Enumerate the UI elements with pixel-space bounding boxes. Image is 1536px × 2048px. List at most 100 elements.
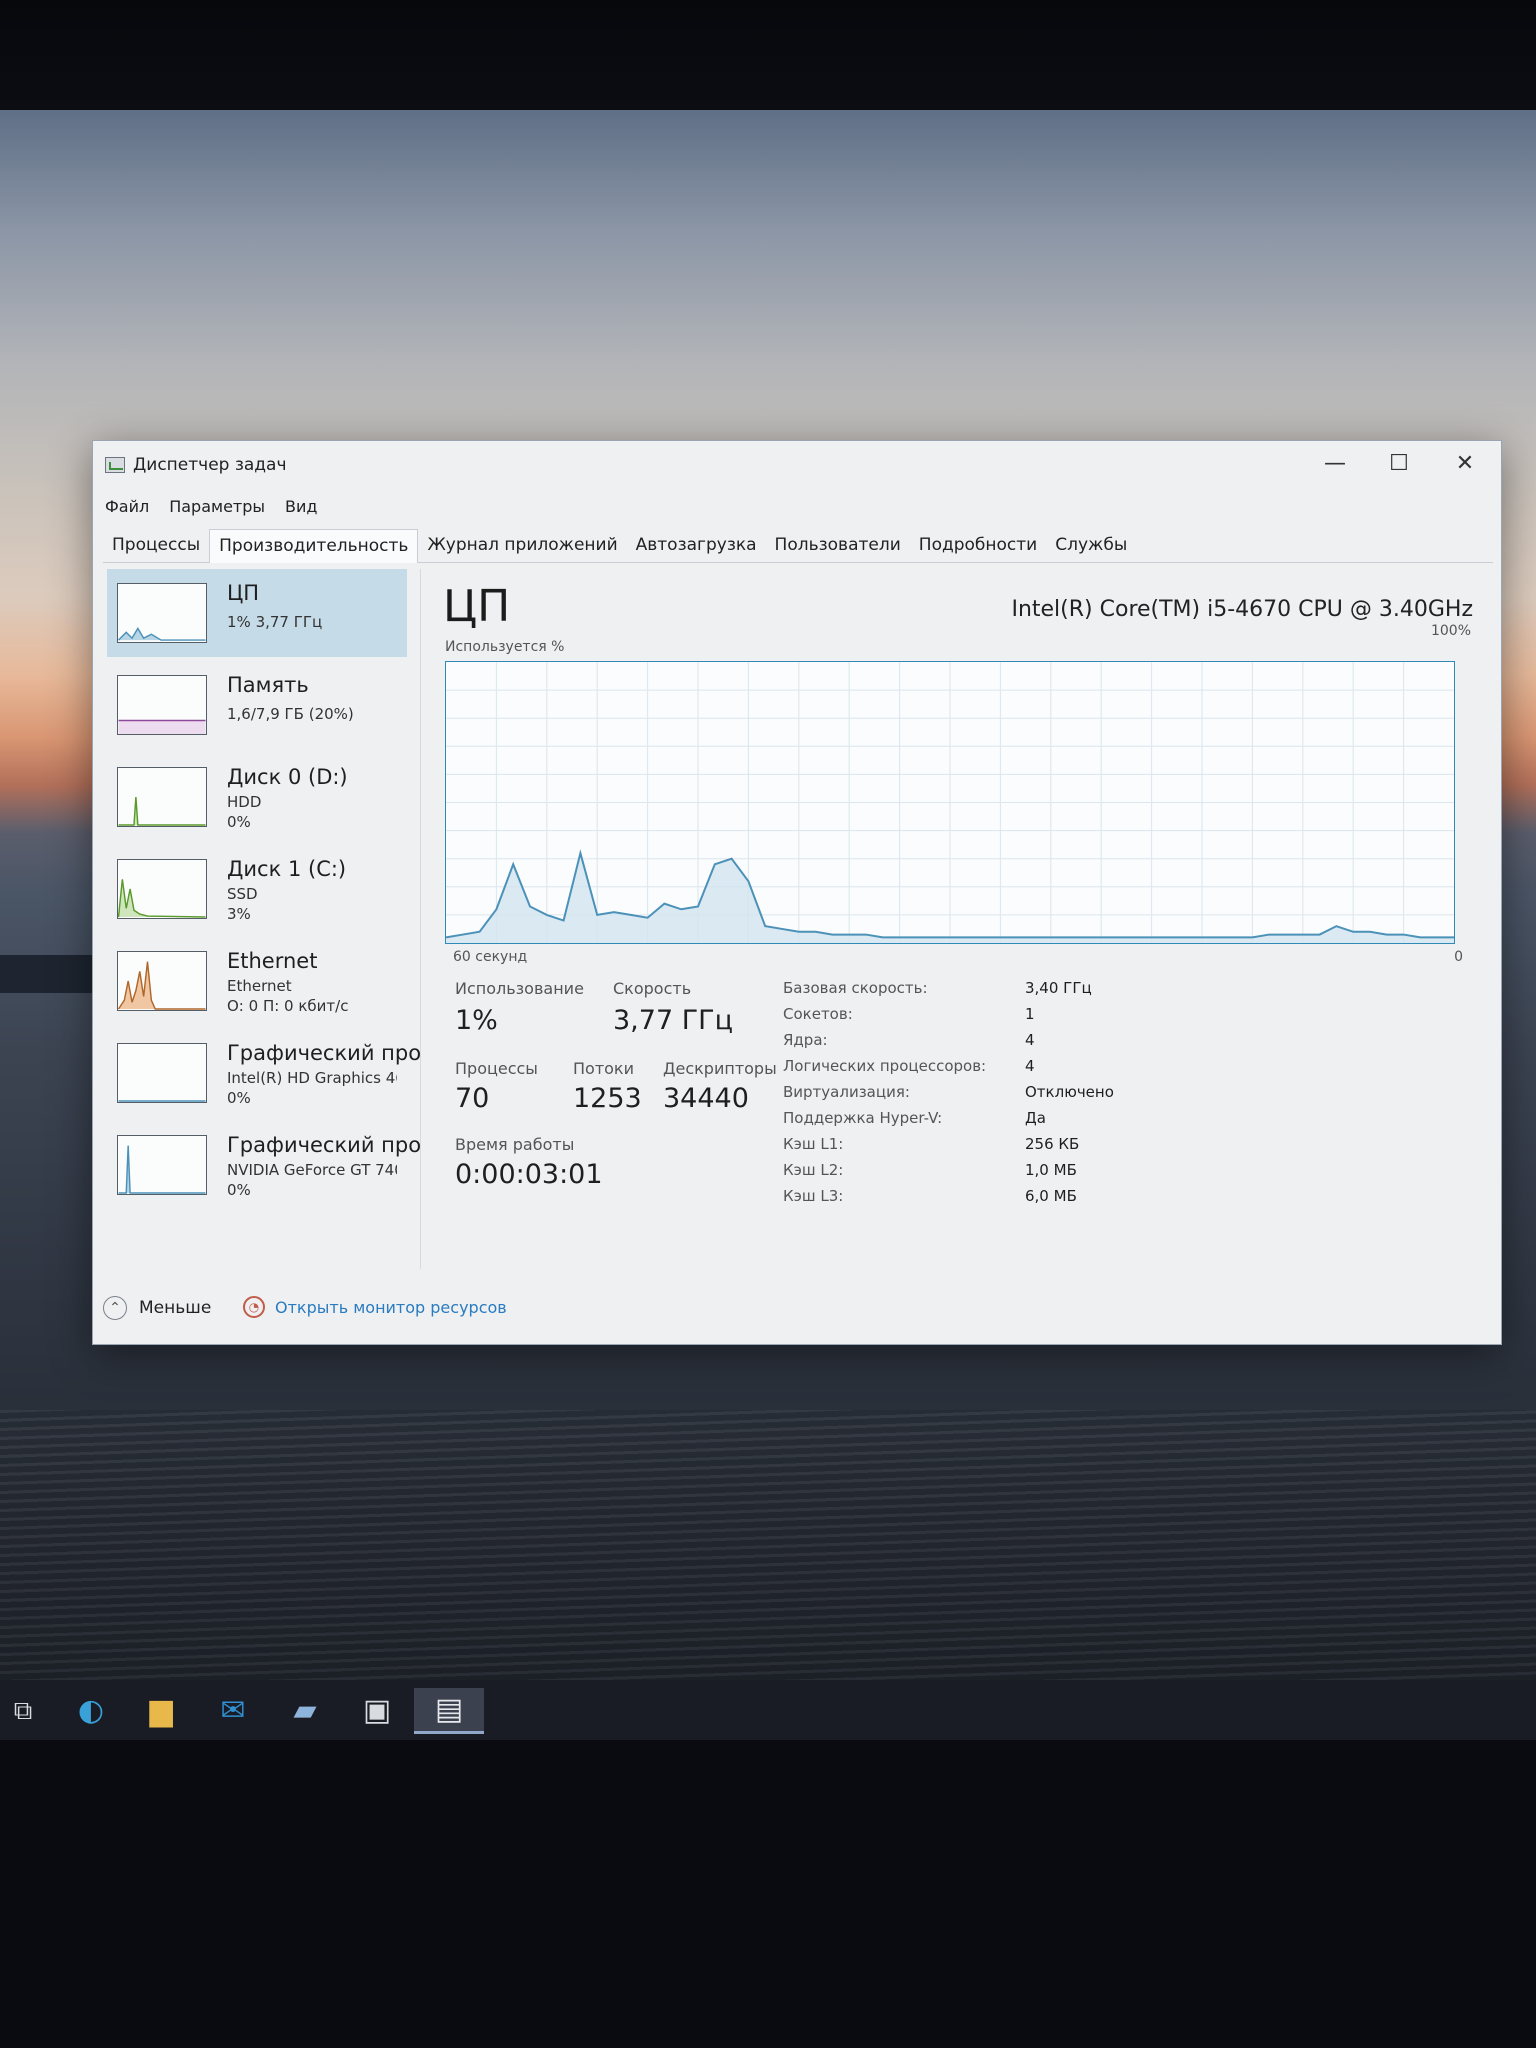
- spec-value-cores: 4: [1025, 1031, 1035, 1049]
- resource-model: Intel(R) HD Graphics 460: [227, 1069, 397, 1087]
- usage-value: 1%: [455, 1005, 498, 1036]
- page-title: ЦП: [443, 581, 511, 632]
- menu-bar: Файл Параметры Вид: [105, 497, 317, 521]
- resource-usage: 3%: [227, 905, 251, 923]
- spec-value-l3-cache: 6,0 МБ: [1025, 1187, 1077, 1205]
- gpu0-thumbnail-graph: [117, 1043, 207, 1103]
- uptime-value: 0:00:03:01: [455, 1159, 603, 1190]
- cpu-thumbnail-graph: [117, 583, 207, 643]
- resource-item-gpu1[interactable]: Графический про NVIDIA GeForce GT 740 0%: [107, 1121, 421, 1209]
- spec-value-hyperv: Да: [1025, 1109, 1046, 1127]
- cpu-usage-graph: [445, 661, 1455, 944]
- graph-y-label: Используется %: [445, 639, 565, 655]
- resource-detail: 1% 3,77 ГГц: [227, 613, 323, 631]
- minimize-button[interactable]: —: [1303, 441, 1367, 485]
- menu-options[interactable]: Параметры: [169, 497, 265, 521]
- uptime-label: Время работы: [455, 1135, 575, 1154]
- disk1-thumbnail-graph: [117, 859, 207, 919]
- store-icon[interactable]: ▣: [354, 1688, 400, 1734]
- resource-usage: 0%: [227, 1181, 251, 1199]
- resource-item-disk0[interactable]: Диск 0 (D:) HDD 0%: [107, 753, 407, 841]
- window-footer: ⌃ Меньше ◔ Открыть монитор ресурсов: [103, 1294, 703, 1324]
- spec-value-virtualization: Отключено: [1025, 1083, 1114, 1101]
- ethernet-thumbnail-graph: [117, 951, 207, 1011]
- window-title: Диспетчер задач: [133, 455, 287, 475]
- spec-label-l2-cache: Кэш L2:: [783, 1161, 844, 1179]
- spec-label-hyperv: Поддержка Hyper-V:: [783, 1109, 943, 1127]
- task-manager-app-icon: [105, 457, 125, 473]
- title-bar[interactable]: Диспетчер задач — ☐ ✕: [93, 441, 1501, 485]
- task-view-icon[interactable]: ⧉: [0, 1688, 46, 1734]
- resource-item-memory[interactable]: Память 1,6/7,9 ГБ (20%): [107, 661, 407, 749]
- resource-usage: 0%: [227, 813, 251, 831]
- resource-model: NVIDIA GeForce GT 740: [227, 1161, 397, 1179]
- menu-view[interactable]: Вид: [285, 497, 317, 521]
- close-button[interactable]: ✕: [1433, 441, 1497, 485]
- spec-label-logical-processors: Логических процессоров:: [783, 1057, 987, 1075]
- resource-item-disk1[interactable]: Диск 1 (C:) SSD 3%: [107, 845, 407, 933]
- graph-min-label: 0: [1454, 949, 1463, 965]
- file-explorer-icon[interactable]: ▆: [138, 1688, 184, 1734]
- tab-processes[interactable]: Процессы: [103, 529, 209, 563]
- usage-label: Использование: [455, 979, 584, 998]
- spec-label-l3-cache: Кэш L3:: [783, 1187, 844, 1205]
- graph-max-label: 100%: [1430, 623, 1471, 639]
- tab-bar: Процессы Производительность Журнал прило…: [103, 529, 1493, 563]
- memory-thumbnail-graph: [117, 675, 207, 735]
- gpu1-thumbnail-graph: [117, 1135, 207, 1195]
- tab-users[interactable]: Пользователи: [766, 529, 910, 563]
- resource-name: Память: [227, 673, 309, 697]
- disk0-thumbnail-graph: [117, 767, 207, 827]
- spec-label-base-speed: Базовая скорость:: [783, 979, 928, 997]
- resource-type: SSD: [227, 885, 258, 903]
- tab-startup[interactable]: Автозагрузка: [627, 529, 766, 563]
- fewer-details-button[interactable]: Меньше: [139, 1298, 211, 1318]
- network-icon[interactable]: ▰: [282, 1688, 328, 1734]
- spec-value-base-speed: 3,40 ГГц: [1025, 979, 1092, 997]
- taskbar: ⧉ ◐ ▆ ✉ ▰ ▣ ▤: [0, 1680, 1536, 1742]
- menu-file[interactable]: Файл: [105, 497, 149, 521]
- spec-value-l1-cache: 256 КБ: [1025, 1135, 1080, 1153]
- spec-value-l2-cache: 1,0 МБ: [1025, 1161, 1077, 1179]
- resource-name: Диск 0 (D:): [227, 765, 348, 789]
- chevron-up-icon[interactable]: ⌃: [103, 1296, 127, 1320]
- resource-type: HDD: [227, 793, 262, 811]
- resource-item-ethernet[interactable]: Ethernet Ethernet О: 0 П: 0 кбит/с: [107, 937, 407, 1025]
- spec-value-sockets: 1: [1025, 1005, 1035, 1023]
- spec-label-sockets: Сокетов:: [783, 1005, 853, 1023]
- tab-services[interactable]: Службы: [1046, 529, 1136, 563]
- spec-label-l1-cache: Кэш L1:: [783, 1135, 844, 1153]
- tab-details[interactable]: Подробности: [910, 529, 1046, 563]
- spec-value-logical-processors: 4: [1025, 1057, 1035, 1075]
- resource-item-gpu0[interactable]: Графический про Intel(R) HD Graphics 460…: [107, 1029, 421, 1117]
- resource-usage: 0%: [227, 1089, 251, 1107]
- resource-list: ЦП 1% 3,77 ГГц Память 1,6/7,9 ГБ (20%) Д…: [101, 569, 421, 1269]
- resource-name: Графический про: [227, 1133, 422, 1157]
- cpu-performance-pane: ЦП Intel(R) Core(TM) i5-4670 CPU @ 3.40G…: [433, 569, 1493, 1269]
- maximize-button[interactable]: ☐: [1367, 441, 1431, 485]
- speed-label: Скорость: [613, 979, 692, 998]
- resource-name: Графический про: [227, 1041, 422, 1065]
- processes-value: 70: [455, 1083, 490, 1114]
- resource-name: ЦП: [227, 581, 260, 605]
- mail-icon[interactable]: ✉: [210, 1688, 256, 1734]
- resource-item-cpu[interactable]: ЦП 1% 3,77 ГГц: [107, 569, 407, 657]
- edge-icon[interactable]: ◐: [68, 1688, 114, 1734]
- task-manager-window: Диспетчер задач — ☐ ✕ Файл Параметры Вид…: [92, 440, 1502, 1345]
- tab-performance[interactable]: Производительность: [209, 529, 419, 563]
- resource-detail: 1,6/7,9 ГБ (20%): [227, 705, 354, 723]
- resource-type: Ethernet: [227, 977, 292, 995]
- threads-label: Потоки: [573, 1059, 634, 1078]
- screen-bezel-bottom: [0, 1740, 1536, 2048]
- task-manager-icon[interactable]: ▤: [414, 1688, 484, 1734]
- processes-label: Процессы: [455, 1059, 538, 1078]
- spec-label-virtualization: Виртуализация:: [783, 1083, 910, 1101]
- speed-value: 3,77 ГГц: [613, 1005, 734, 1036]
- resource-monitor-icon[interactable]: ◔: [243, 1296, 265, 1318]
- resource-name: Ethernet: [227, 949, 318, 973]
- resource-throughput: О: 0 П: 0 кбит/с: [227, 997, 349, 1015]
- tab-app-history[interactable]: Журнал приложений: [418, 529, 626, 563]
- open-resource-monitor-link[interactable]: Открыть монитор ресурсов: [275, 1298, 507, 1317]
- handles-value: 34440: [663, 1083, 749, 1114]
- threads-value: 1253: [573, 1083, 642, 1114]
